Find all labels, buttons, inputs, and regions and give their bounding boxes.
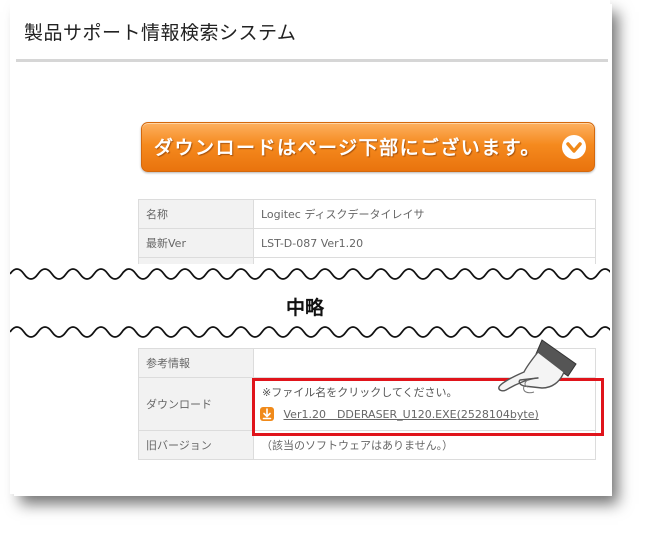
row-label-old-version: 旧バージョン: [138, 430, 254, 460]
row-label-name: 名称: [138, 199, 254, 229]
chevron-down-icon: [562, 135, 586, 159]
omitted-label: 中略: [286, 297, 325, 319]
table-row: 名称 Logitec ディスクデータイレイサ: [138, 199, 596, 229]
row-label-latest-version: 最新Ver: [138, 228, 254, 258]
download-banner-label: ダウンロードはページ下部にございます。: [154, 137, 541, 159]
page-title: 製品サポート情報検索システム: [24, 22, 297, 44]
download-banner-button[interactable]: ダウンロードはページ下部にございます。: [141, 122, 595, 172]
title-divider: [16, 59, 608, 62]
pointing-hand-icon: [480, 334, 590, 418]
row-value-latest-version: LST-D-087 Ver1.20: [253, 228, 596, 258]
table-row: 最新Ver LST-D-087 Ver1.20: [138, 228, 596, 258]
row-label-download: ダウンロード: [138, 377, 254, 431]
page: 製品サポート情報検索システム ダウンロードはページ下部にございます。 名称 Lo…: [10, 0, 610, 494]
row-label-reference: 参考情報: [138, 348, 254, 378]
row-value-name: Logitec ディスクデータイレイサ: [253, 199, 596, 229]
